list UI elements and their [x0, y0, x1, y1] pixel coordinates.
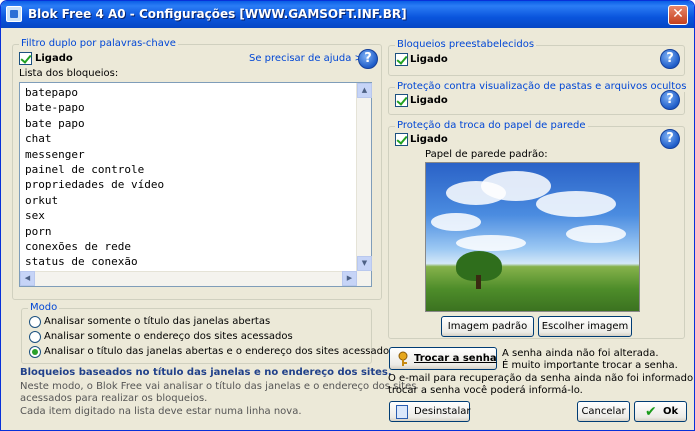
preset-enabled-checkbox[interactable]: [395, 53, 408, 66]
key-icon: [396, 351, 410, 367]
cloud-shape: [431, 213, 481, 231]
mode-radio-both[interactable]: [29, 346, 41, 358]
folders-enabled-label: Ligado: [410, 95, 448, 106]
scroll-left-button[interactable]: ◀: [20, 271, 35, 286]
preset-enabled-label: Ligado: [410, 54, 448, 65]
filter-enabled-label: Ligado: [35, 53, 73, 64]
ok-button[interactable]: ✔ Ok: [634, 401, 687, 422]
password-status-line: É muito importante trocar a senha.: [502, 360, 678, 371]
uninstall-label: Desinstalar: [414, 406, 471, 417]
mode-option-both-label: Analisar o título das janelas abertas e …: [44, 346, 395, 357]
cloud-shape: [566, 225, 626, 243]
tree-trunk: [476, 275, 481, 289]
wallpaper-preview: [425, 162, 640, 312]
filter-help-icon[interactable]: ?: [358, 49, 378, 69]
uninstall-button[interactable]: Desinstalar: [389, 401, 470, 422]
ok-label: Ok: [663, 406, 679, 417]
help-link[interactable]: Se precisar de ajuda >: [249, 53, 363, 64]
wallpaper-help-icon[interactable]: ?: [660, 129, 680, 149]
check-icon: ✔: [645, 404, 657, 420]
block-list-item: messenger: [25, 147, 85, 161]
title-bar[interactable]: Blok Free 4 A0 - Configurações [WWW.GAMS…: [1, 1, 694, 28]
choose-image-button[interactable]: Escolher imagem: [538, 316, 632, 337]
wallpaper-enabled-label: Ligado: [410, 134, 448, 145]
cancel-button[interactable]: Cancelar: [577, 401, 630, 422]
block-list-item: conexões de rede: [25, 240, 131, 254]
preset-group-legend: Bloqueios preestabelecidos: [395, 39, 537, 50]
block-list-textarea[interactable]: batepapo bate-papo bate papo chat messen…: [19, 82, 372, 287]
folders-enabled-checkbox[interactable]: [395, 94, 408, 107]
mode-group-legend: Modo: [28, 302, 60, 313]
block-list-item: porn: [25, 224, 52, 238]
wallpaper-enabled-checkbox[interactable]: [395, 133, 408, 146]
mode-description-line: Neste modo, o Blok Free vai analisar o t…: [20, 381, 417, 392]
change-password-label: Trocar a senha: [414, 353, 497, 364]
wallpaper-caption: Papel de parede padrão:: [425, 149, 548, 160]
close-button[interactable]: ✕: [668, 5, 688, 25]
email-notice-line: O e-mail para recuperação da senha ainda…: [388, 373, 695, 384]
password-status-line: A senha ainda não foi alterada.: [502, 348, 659, 359]
block-list-lines: batepapo bate-papo bate papo chat messen…: [25, 85, 164, 270]
mode-description-title: Bloqueios baseados no título das janelas…: [20, 367, 392, 378]
mode-description-line: acessados para realizar os bloqueios.: [20, 393, 208, 404]
settings-window: Blok Free 4 A0 - Configurações [WWW.GAMS…: [0, 0, 695, 431]
change-password-button[interactable]: Trocar a senha: [389, 347, 497, 370]
block-list-label: Lista dos bloqueios:: [19, 68, 119, 79]
filter-group-legend: Filtro duplo por palavras-chave: [19, 38, 178, 49]
scroll-down-button[interactable]: ▼: [357, 256, 372, 271]
folders-help-icon[interactable]: ?: [660, 90, 680, 110]
scroll-right-button[interactable]: ▶: [342, 271, 357, 286]
mode-option-title-label: Analisar somente o título das janelas ab…: [44, 316, 271, 327]
app-icon: [6, 6, 22, 22]
filter-enabled-checkbox[interactable]: [19, 52, 32, 65]
block-list-item: bate papo: [25, 116, 85, 130]
scroll-up-button[interactable]: ▲: [357, 83, 372, 98]
block-list-item: status de conexão: [25, 255, 138, 269]
cloud-shape: [536, 191, 616, 217]
horizontal-scrollbar[interactable]: ◀ ▶: [20, 271, 357, 286]
mode-description-line: Cada item digitado na lista deve estar n…: [20, 406, 302, 417]
wallpaper-group-legend: Proteção da troca do papel de parede: [395, 120, 588, 131]
default-image-button[interactable]: Imagem padrão: [441, 316, 534, 337]
folders-group-legend: Proteção contra visualização de pastas e…: [395, 81, 689, 92]
block-list-item: sex: [25, 209, 45, 223]
block-list-item: propriedades de vídeo: [25, 178, 165, 192]
block-list-item: batepapo: [25, 86, 78, 99]
window-title: Blok Free 4 A0 - Configurações [WWW.GAMS…: [28, 7, 407, 21]
mode-radio-title[interactable]: [29, 316, 41, 328]
email-notice-line: trocar a senha você poderá informá-lo.: [388, 385, 583, 396]
mode-radio-address[interactable]: [29, 331, 41, 343]
vertical-scrollbar[interactable]: ▲ ▼: [356, 83, 372, 286]
uninstall-icon: [396, 405, 408, 419]
preset-help-icon[interactable]: ?: [660, 49, 680, 69]
block-list-item: chat: [25, 132, 52, 146]
cloud-shape: [456, 235, 526, 251]
block-list-item: painel de controle: [25, 163, 145, 177]
block-list-item: bate-papo: [25, 101, 85, 115]
mode-option-address-label: Analisar somente o endereço dos sites ac…: [44, 331, 293, 342]
block-list-item: orkut: [25, 193, 59, 207]
